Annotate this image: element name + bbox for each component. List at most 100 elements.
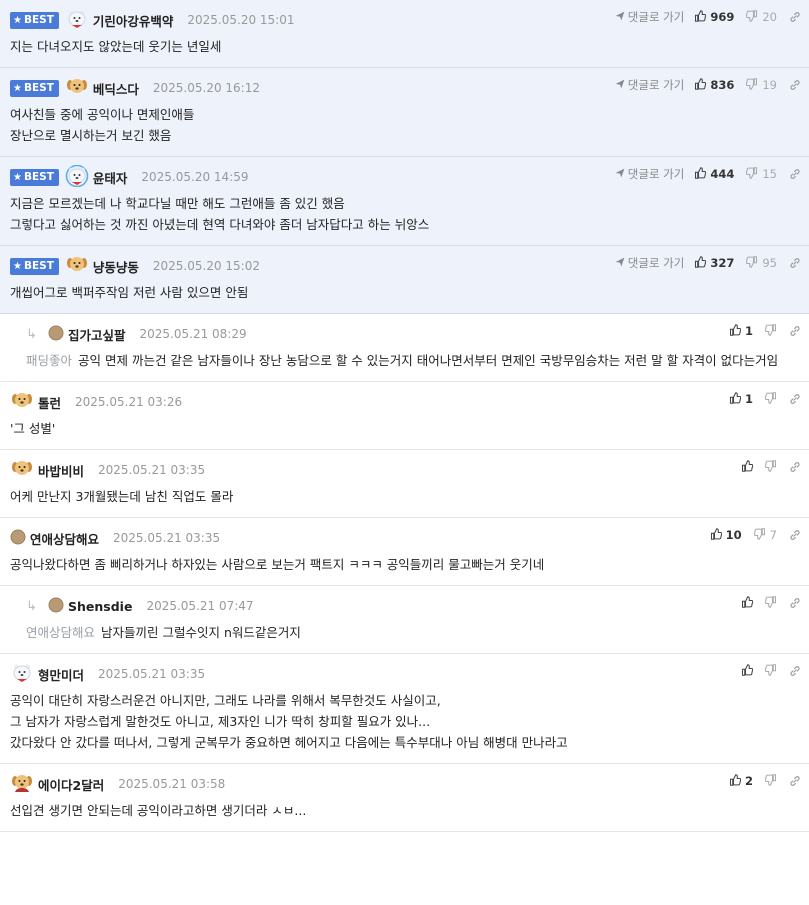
copy-link-icon[interactable]: [789, 597, 801, 609]
like-count: 10: [725, 528, 742, 542]
copy-link-icon[interactable]: [789, 775, 801, 787]
comment-header: 에이다2달러 2025.05.21 03:58: [10, 772, 799, 796]
like-button[interactable]: 10: [710, 527, 742, 543]
nickname[interactable]: 집가고싶팔: [68, 325, 126, 344]
avatar[interactable]: [10, 772, 38, 797]
avatar[interactable]: [65, 164, 93, 190]
comment-text: '그 성별': [10, 418, 799, 439]
dislike-button[interactable]: 19: [746, 77, 777, 93]
reply-mention[interactable]: 연애상담해요: [26, 625, 95, 640]
like-count: 969: [710, 10, 735, 24]
copy-link-icon[interactable]: [789, 168, 801, 180]
dislike-button[interactable]: [764, 391, 777, 407]
dislike-button[interactable]: [764, 595, 777, 611]
like-count: 2: [744, 774, 753, 788]
nickname[interactable]: 바밥비비: [38, 461, 84, 480]
avatar[interactable]: [65, 8, 93, 33]
dislike-button[interactable]: [764, 323, 777, 339]
comment-date: 2025.05.20 16:12: [152, 81, 260, 95]
copy-link-icon[interactable]: [789, 393, 801, 405]
comment-header: 연애상담해요 2025.05.21 03:35: [10, 526, 799, 550]
nickname[interactable]: Shensdie: [68, 599, 132, 614]
reply-comment: ↳ 집가고싶팔 2025.05.21 08:29 1 패딩좋아 공익 면제 까는건 같은 …: [0, 314, 809, 382]
like-button[interactable]: 1: [729, 391, 753, 407]
dislike-count: 20: [762, 10, 777, 24]
thumbs-up-icon: [729, 773, 742, 789]
comment-actions: 1: [729, 390, 801, 408]
avatar[interactable]: [10, 529, 30, 548]
nickname[interactable]: 에이다2달러: [38, 775, 104, 794]
copy-link-icon[interactable]: [789, 257, 801, 269]
dislike-button[interactable]: [764, 663, 777, 679]
thumbs-down-icon: [753, 527, 766, 543]
thumbs-down-icon: [746, 9, 758, 25]
comment-header: ↳ 집가고싶팔 2025.05.21 08:29: [26, 322, 799, 346]
like-button[interactable]: 327: [694, 255, 734, 271]
like-button[interactable]: 444: [694, 166, 735, 182]
comment-date: 2025.05.21 03:35: [113, 531, 221, 545]
like-button[interactable]: [741, 595, 754, 611]
avatar[interactable]: [65, 254, 93, 279]
comment-text: 선입견 생기면 안되는데 공익이라고하면 생기더라 ㅅㅂ...: [10, 800, 799, 821]
like-button[interactable]: 969: [694, 9, 735, 25]
dislike-button[interactable]: [764, 773, 777, 789]
comment-actions: [741, 594, 801, 612]
reply-mention[interactable]: 패딩좋아: [26, 353, 72, 368]
copy-link-icon[interactable]: [789, 79, 801, 91]
copy-link-icon[interactable]: [789, 11, 801, 23]
comment-header: ↳ Shensdie 2025.05.21 07:47: [26, 594, 799, 618]
goto-comment-link[interactable]: 댓글로 가기: [615, 255, 684, 271]
dislike-button[interactable]: 95: [746, 255, 777, 271]
nickname[interactable]: 톨런: [38, 393, 61, 412]
comment: 형만미더 2025.05.21 03:35 공익이 대단히 자랑스러운건 아니지만,…: [0, 654, 809, 764]
nickname[interactable]: 윤태자: [93, 168, 128, 187]
copy-link-icon[interactable]: [789, 461, 801, 473]
copy-link-icon[interactable]: [789, 325, 801, 337]
like-button[interactable]: [741, 663, 754, 679]
avatar[interactable]: [10, 662, 38, 687]
dislike-count: 95: [762, 256, 777, 270]
nickname[interactable]: 베딕스다: [93, 79, 139, 98]
thumbs-up-icon: [710, 527, 722, 543]
goto-comment-link[interactable]: 댓글로 가기: [615, 166, 685, 182]
star-icon: ★: [13, 14, 22, 26]
thumbs-up-icon: [694, 9, 707, 25]
dislike-button[interactable]: [764, 459, 777, 475]
comment-actions: [741, 662, 801, 680]
reply-arrow-icon: ↳: [26, 326, 37, 342]
copy-link-icon[interactable]: [789, 665, 801, 677]
like-button[interactable]: 1: [729, 323, 753, 339]
dislike-button[interactable]: 15: [746, 166, 777, 182]
avatar[interactable]: [65, 76, 93, 101]
thumbs-down-icon: [764, 459, 777, 475]
nickname[interactable]: 형만미더: [38, 665, 84, 684]
comment-date: 2025.05.21 07:47: [146, 599, 254, 613]
avatar[interactable]: [48, 597, 68, 616]
avatar[interactable]: [48, 325, 68, 344]
thumbs-down-icon: [764, 391, 777, 407]
nickname[interactable]: 기린아강유백약: [93, 11, 174, 30]
comment-body: 지금은 모르겠는데 나 학교다닐 때만 해도 그런애들 좀 있긴 했음 그렇다고…: [10, 196, 430, 232]
thumbs-up-icon: [694, 255, 707, 271]
like-button[interactable]: 2: [729, 773, 753, 789]
nickname[interactable]: 연애상담해요: [30, 529, 99, 548]
like-count: 1: [744, 324, 753, 338]
dislike-button[interactable]: 7: [753, 527, 777, 543]
thumbs-up-icon: [741, 663, 754, 679]
avatar[interactable]: [10, 458, 38, 483]
avatar[interactable]: [10, 390, 38, 415]
like-button[interactable]: [741, 459, 754, 475]
comment-body: 공익나왔다하면 좀 삐리하거나 하자있는 사람으로 보는거 팩트지 ㅋㅋㅋ 공익…: [10, 557, 545, 572]
goto-label: 댓글로 가기: [627, 10, 685, 24]
goto-comment-link[interactable]: 댓글로 가기: [615, 9, 685, 25]
best-comment: ★ BEST 냥동냥동 2025.05.20 15:02 댓글로 가기 327 95 개씹어그…: [0, 246, 809, 314]
thumbs-up-icon: [729, 391, 742, 407]
comment: 톨런 2025.05.21 03:26 1 '그 성별': [0, 382, 809, 450]
copy-link-icon[interactable]: [789, 529, 801, 541]
like-button[interactable]: 836: [694, 77, 734, 93]
goto-comment-link[interactable]: 댓글로 가기: [615, 77, 684, 93]
dislike-button[interactable]: 20: [746, 9, 777, 25]
goto-label: 댓글로 가기: [627, 167, 685, 181]
like-count: 444: [710, 167, 735, 181]
nickname[interactable]: 냥동냥동: [93, 257, 139, 276]
